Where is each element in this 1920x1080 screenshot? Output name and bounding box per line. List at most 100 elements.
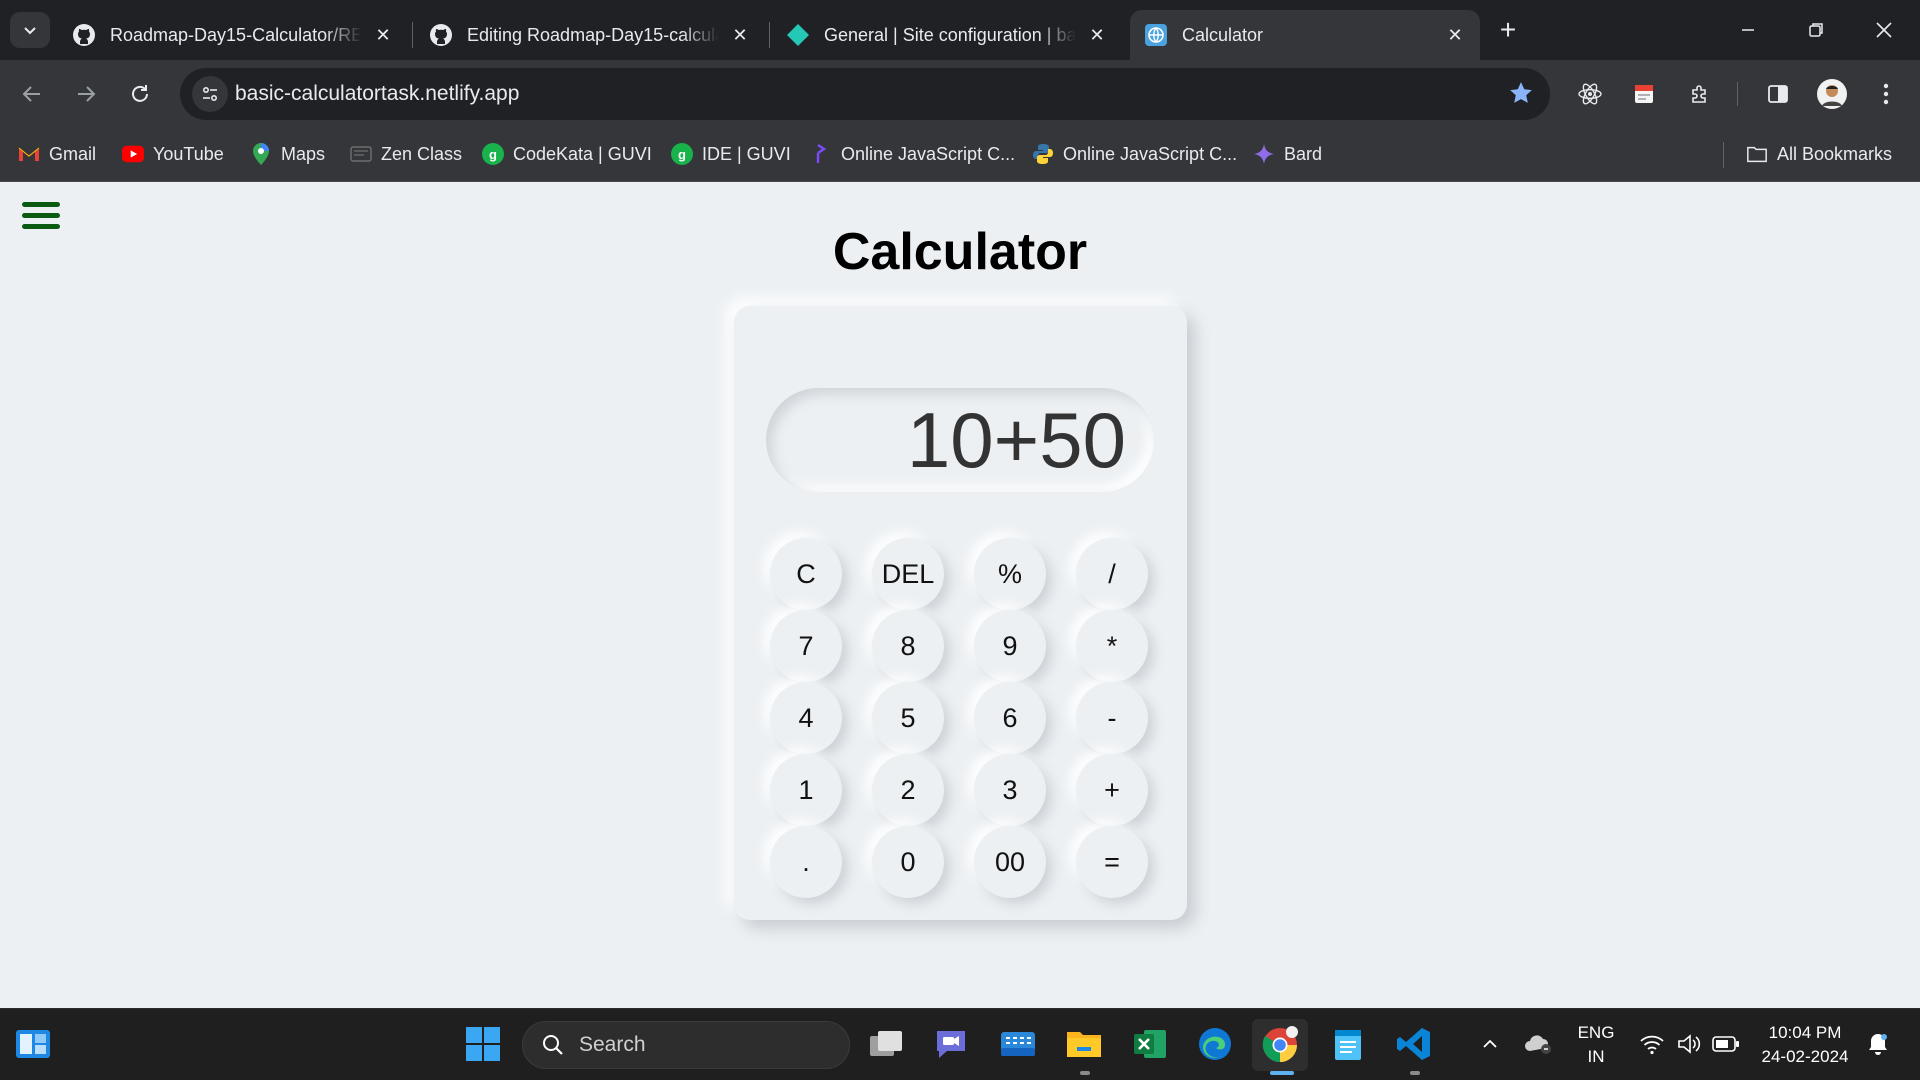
extensions-puzzle-icon[interactable] [1682, 76, 1718, 112]
calculator: 10+50 C DEL % / 7 8 9 * 4 5 6 - 1 2 3 + … [734, 306, 1187, 920]
close-icon[interactable]: ✕ [729, 24, 751, 46]
tab-title: Editing Roadmap-Day15-calculator [467, 24, 719, 45]
python-icon [1032, 143, 1054, 165]
bookmark-label: IDE | GUVI [702, 143, 791, 164]
restore-icon [1809, 23, 1823, 37]
key-3[interactable]: 3 [974, 754, 1046, 826]
folder-icon [1746, 143, 1768, 165]
key-1[interactable]: 1 [770, 754, 842, 826]
key-divide[interactable]: / [1076, 538, 1148, 610]
key-5[interactable]: 5 [872, 682, 944, 754]
address-bar[interactable]: basic-calculatortask.netlify.app [180, 68, 1550, 120]
active-indicator [1270, 1071, 1294, 1075]
key-9[interactable]: 9 [974, 610, 1046, 682]
bard-icon [1253, 143, 1275, 165]
reload-icon [132, 85, 148, 102]
bookmark-label: YouTube [153, 143, 224, 164]
onedrive-icon[interactable] [1518, 1023, 1558, 1065]
key-7[interactable]: 7 [770, 610, 842, 682]
forward-button[interactable] [68, 76, 104, 112]
bookmarks-bar: Gmail YouTube Maps Zen Class g CodeKata … [0, 128, 1920, 182]
tab-3-active[interactable]: Calculator ✕ [1130, 10, 1480, 60]
key-equals[interactable]: = [1076, 826, 1148, 898]
tab-search-button[interactable] [10, 12, 50, 48]
excel-icon[interactable] [1129, 1023, 1171, 1065]
programiz-icon [810, 143, 832, 165]
avatar[interactable] [1814, 76, 1850, 112]
key-00[interactable]: 00 [974, 826, 1046, 898]
reload-button[interactable] [122, 76, 158, 112]
windows-start-icon[interactable] [462, 1023, 504, 1065]
close-window-button[interactable] [1852, 0, 1916, 60]
minimize-button[interactable] [1716, 0, 1780, 60]
key-4[interactable]: 4 [770, 682, 842, 754]
bookmark-label: Online JavaScript C... [1063, 143, 1238, 164]
back-button[interactable] [14, 76, 50, 112]
vscode-icon[interactable] [1393, 1023, 1435, 1065]
arrow-right-icon [78, 86, 96, 102]
chrome-icon[interactable] [1252, 1019, 1308, 1071]
bookmark-star-icon[interactable] [1508, 80, 1534, 111]
bookmark-maps[interactable]: Maps [250, 140, 325, 168]
bookmark-ide-guvi[interactable]: g IDE | GUVI [671, 140, 791, 168]
tab-2[interactable]: General | Site configuration | basic ✕ [772, 10, 1122, 60]
volume-icon[interactable] [1670, 1023, 1710, 1065]
all-bookmarks-button[interactable]: All Bookmarks [1746, 140, 1892, 168]
key-0[interactable]: 0 [872, 826, 944, 898]
tab-1[interactable]: Editing Roadmap-Day15-calculator ✕ [415, 10, 765, 60]
close-icon[interactable]: ✕ [1086, 24, 1108, 46]
guvi-icon: g [671, 143, 693, 165]
key-2[interactable]: 2 [872, 754, 944, 826]
side-panel-icon[interactable] [1760, 76, 1796, 112]
keyboard-app-icon[interactable] [997, 1023, 1039, 1065]
close-icon[interactable]: ✕ [372, 24, 394, 46]
youtube-icon [122, 143, 144, 165]
url-text[interactable]: basic-calculatortask.netlify.app [235, 82, 519, 106]
key-subtract[interactable]: - [1076, 682, 1148, 754]
wifi-icon[interactable] [1632, 1023, 1672, 1065]
page-viewport: Calculator 10+50 C DEL % / 7 8 9 * 4 5 6… [0, 182, 1920, 1008]
key-percent[interactable]: % [974, 538, 1046, 610]
bookmark-codekata[interactable]: g CodeKata | GUVI [482, 140, 652, 168]
tab-title: Roadmap-Day15-Calculator/README.md [110, 24, 362, 45]
site-settings-icon[interactable] [192, 76, 228, 112]
edge-icon[interactable] [1194, 1023, 1236, 1065]
notepad-icon[interactable] [1327, 1023, 1369, 1065]
react-devtools-icon[interactable] [1572, 76, 1608, 112]
tab-title: General | Site configuration | basic [824, 24, 1076, 45]
key-6[interactable]: 6 [974, 682, 1046, 754]
close-icon[interactable]: ✕ [1444, 24, 1466, 46]
bookmark-zen-class[interactable]: Zen Class [350, 140, 462, 168]
notes-extension-icon[interactable] [1626, 76, 1662, 112]
bookmark-youtube[interactable]: YouTube [122, 140, 224, 168]
restore-button[interactable] [1784, 0, 1848, 60]
bookmark-online-js-2[interactable]: Online JavaScript C... [1032, 140, 1237, 168]
key-8[interactable]: 8 [872, 610, 944, 682]
bookmark-online-js-1[interactable]: Online JavaScript C... [810, 140, 1015, 168]
toolbar-divider [1737, 82, 1738, 106]
notification-bell-icon[interactable] [1858, 1023, 1898, 1065]
key-add[interactable]: + [1076, 754, 1148, 826]
bookmark-gmail[interactable]: Gmail [18, 140, 96, 168]
bookmark-bard[interactable]: Bard [1253, 140, 1322, 168]
new-tab-button[interactable]: + [1492, 14, 1524, 46]
widgets-icon[interactable] [12, 1023, 54, 1065]
key-multiply[interactable]: * [1076, 610, 1148, 682]
clock[interactable]: 10:04 PM 24-02-2024 [1752, 1021, 1858, 1069]
key-decimal[interactable]: . [770, 826, 842, 898]
chevron-up-icon[interactable] [1470, 1023, 1510, 1065]
teams-chat-icon[interactable] [930, 1023, 972, 1065]
kebab-menu-icon[interactable] [1868, 76, 1904, 112]
language-indicator[interactable]: ENG IN [1570, 1021, 1622, 1069]
file-explorer-icon[interactable] [1063, 1023, 1105, 1065]
taskbar-search[interactable]: Search [522, 1021, 850, 1069]
gmail-icon [18, 143, 40, 165]
key-clear[interactable]: C [770, 538, 842, 610]
zen-class-icon [350, 143, 372, 165]
task-view-icon[interactable] [865, 1023, 907, 1065]
taskbar: Search ENG IN 10:04 PM 24-02-2024 [0, 1008, 1920, 1080]
tab-0[interactable]: Roadmap-Day15-Calculator/README.md ✕ [58, 10, 408, 60]
battery-icon[interactable] [1706, 1023, 1746, 1065]
clock-time: 10:04 PM [1768, 1023, 1842, 1042]
key-delete[interactable]: DEL [872, 538, 944, 610]
